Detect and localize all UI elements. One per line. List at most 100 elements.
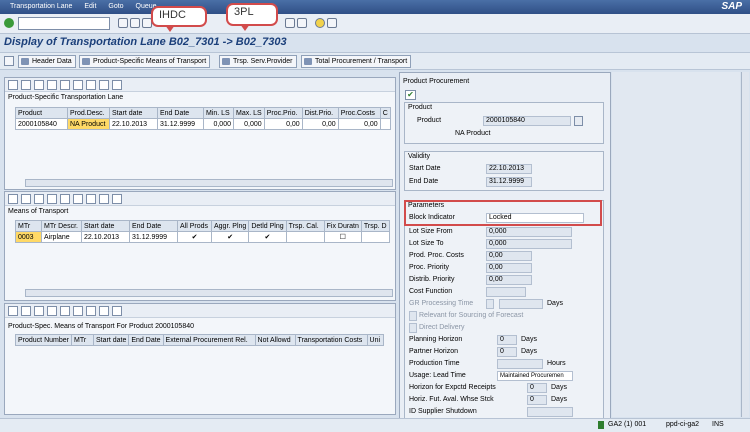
cell-max-ls[interactable]: 0,000 [233, 118, 265, 130]
cell-proc-prio[interactable]: 0,00 [263, 118, 303, 130]
col-trsp-d[interactable]: Trsp. D [360, 220, 390, 232]
col-ext-proc-rel[interactable]: External Procurement Rel. [162, 334, 256, 346]
gr-processing-field[interactable] [499, 299, 543, 309]
usage-lead-time-field[interactable]: Maintained Procuremen [497, 371, 573, 381]
system-info[interactable]: GA2 (1) 001 [608, 421, 646, 428]
zoom-icon[interactable] [8, 80, 18, 90]
export-icon[interactable] [99, 80, 109, 90]
sum-icon[interactable] [86, 194, 96, 204]
cell-trsp-d[interactable] [360, 231, 390, 243]
col-mtr-descr[interactable]: MTr Descr. [41, 220, 82, 232]
export-icon[interactable] [99, 194, 109, 204]
filter-icon[interactable] [73, 306, 83, 316]
end-date-field[interactable]: 31.12.9999 [486, 177, 532, 187]
zoom-icon[interactable] [8, 306, 18, 316]
col-uni[interactable]: Uni [366, 334, 384, 346]
lot-size-from-field[interactable]: 0,000 [486, 227, 572, 237]
sum-icon[interactable] [86, 80, 96, 90]
col-transport-costs[interactable]: Transportation Costs [294, 334, 368, 346]
cell-prod-desc[interactable]: NA Product [67, 118, 110, 130]
relevant-forecast-checkbox[interactable] [409, 311, 417, 321]
id-supplier-shutdown-field[interactable] [527, 407, 573, 417]
enter-icon[interactable] [4, 18, 14, 28]
col-min-ls[interactable]: Min. LS [203, 107, 234, 119]
planning-horizon-field[interactable]: 0 [497, 335, 517, 345]
back-icon[interactable] [129, 18, 140, 28]
col-all-prods[interactable]: All Prods [177, 220, 212, 232]
zoom-out-icon[interactable] [21, 80, 31, 90]
layout-icon[interactable] [112, 194, 122, 204]
menu-transportation-lane[interactable]: Transportation Lane [10, 0, 72, 14]
col-product[interactable]: Product [15, 107, 68, 119]
cell-start-date[interactable]: 22.10.2013 [81, 231, 130, 243]
cost-function-field[interactable] [486, 287, 526, 297]
horizontal-scrollbar[interactable] [25, 289, 393, 297]
command-field[interactable] [18, 17, 110, 30]
col-proc-prio[interactable]: Proc.Prio. [263, 107, 303, 119]
zoom-out-icon[interactable] [21, 194, 31, 204]
menu-goto[interactable]: Goto [108, 0, 123, 14]
col-not-allowd[interactable]: Not Allowd [254, 334, 296, 346]
tree-icon[interactable] [34, 80, 44, 90]
export-icon[interactable] [99, 306, 109, 316]
sum-icon[interactable] [86, 306, 96, 316]
cell-trsp-cal[interactable] [285, 231, 325, 243]
zoom-icon[interactable] [8, 194, 18, 204]
help-icon[interactable] [326, 18, 337, 28]
cell-dist-prio[interactable]: 0,00 [301, 118, 339, 130]
print-icon[interactable] [60, 306, 70, 316]
gr-processing-checkbox[interactable] [486, 299, 494, 309]
table-row[interactable]: 2000105840 NA Product 22.10.2013 31.12.9… [15, 118, 391, 130]
search-help-icon[interactable] [574, 116, 583, 126]
product-means-button[interactable]: Product-Specific Means of Transport [79, 55, 211, 68]
tree-icon[interactable] [34, 194, 44, 204]
total-procurement-button[interactable]: Total Procurement / Transport [301, 55, 412, 68]
partner-horizon-field[interactable]: 0 [497, 347, 517, 357]
col-end-date[interactable]: End Date [157, 107, 204, 119]
layout-icon[interactable] [285, 18, 295, 28]
add-row-icon[interactable] [47, 306, 57, 316]
col-start-date[interactable]: Start date [109, 107, 158, 119]
col-max-ls[interactable]: Max. LS [233, 107, 265, 119]
check-icon[interactable]: ✔ [405, 90, 416, 100]
col-end-date[interactable]: End Date [128, 334, 164, 346]
distrib-priority-field[interactable]: 0,00 [486, 275, 532, 285]
col-product-number[interactable]: Product Number [15, 334, 72, 346]
col-mtr[interactable]: MTr [15, 220, 42, 232]
product-field[interactable]: 2000105840 [483, 116, 571, 126]
detld-plng-checkbox[interactable]: ✔ [248, 231, 287, 243]
window-icon[interactable] [296, 18, 307, 28]
menu-edit[interactable]: Edit [84, 0, 96, 14]
all-prods-checkbox[interactable]: ✔ [177, 231, 212, 243]
col-mtr[interactable]: MTr [71, 334, 94, 346]
start-date-field[interactable]: 22.10.2013 [486, 164, 532, 174]
col-fix-duratn[interactable]: Fix Duratn [323, 220, 362, 232]
tree-icon[interactable] [34, 306, 44, 316]
direct-delivery-checkbox[interactable] [409, 323, 417, 333]
trsp-serv-provider-button[interactable]: Trsp. Serv.Provider [219, 55, 297, 68]
print-icon[interactable] [60, 194, 70, 204]
cell-mtr-descr[interactable]: Airplane [41, 231, 82, 243]
col-proc-costs[interactable]: Proc.Costs [337, 107, 381, 119]
aggr-plng-checkbox[interactable]: ✔ [210, 231, 250, 243]
save-icon[interactable] [118, 18, 128, 28]
layout-icon[interactable] [112, 306, 122, 316]
prod-proc-costs-field[interactable]: 0,00 [486, 251, 532, 261]
cell-mtr[interactable]: 0003 [15, 231, 42, 243]
add-row-icon[interactable] [47, 80, 57, 90]
cell-proc-costs[interactable]: 0,00 [337, 118, 381, 130]
print-icon[interactable] [60, 80, 70, 90]
cell-product[interactable]: 2000105840 [15, 118, 68, 130]
header-data-button[interactable]: Header Data [18, 55, 76, 68]
layout-icon[interactable] [112, 80, 122, 90]
filter-icon[interactable] [73, 80, 83, 90]
zoom-out-icon[interactable] [21, 306, 31, 316]
expected-receipts-field[interactable]: 0 [527, 383, 547, 393]
col-end-date[interactable]: End Date [129, 220, 178, 232]
table-row[interactable]: 0003 Airplane 22.10.2013 31.12.9999 ✔ ✔ … [15, 231, 390, 243]
lot-size-to-field[interactable]: 0,000 [486, 239, 572, 249]
cell-end-date[interactable]: 31.12.9999 [129, 231, 178, 243]
col-aggr-plng[interactable]: Aggr. Plng [210, 220, 250, 232]
cell-end-date[interactable]: 31.12.9999 [157, 118, 204, 130]
display-change-icon[interactable] [4, 56, 14, 66]
